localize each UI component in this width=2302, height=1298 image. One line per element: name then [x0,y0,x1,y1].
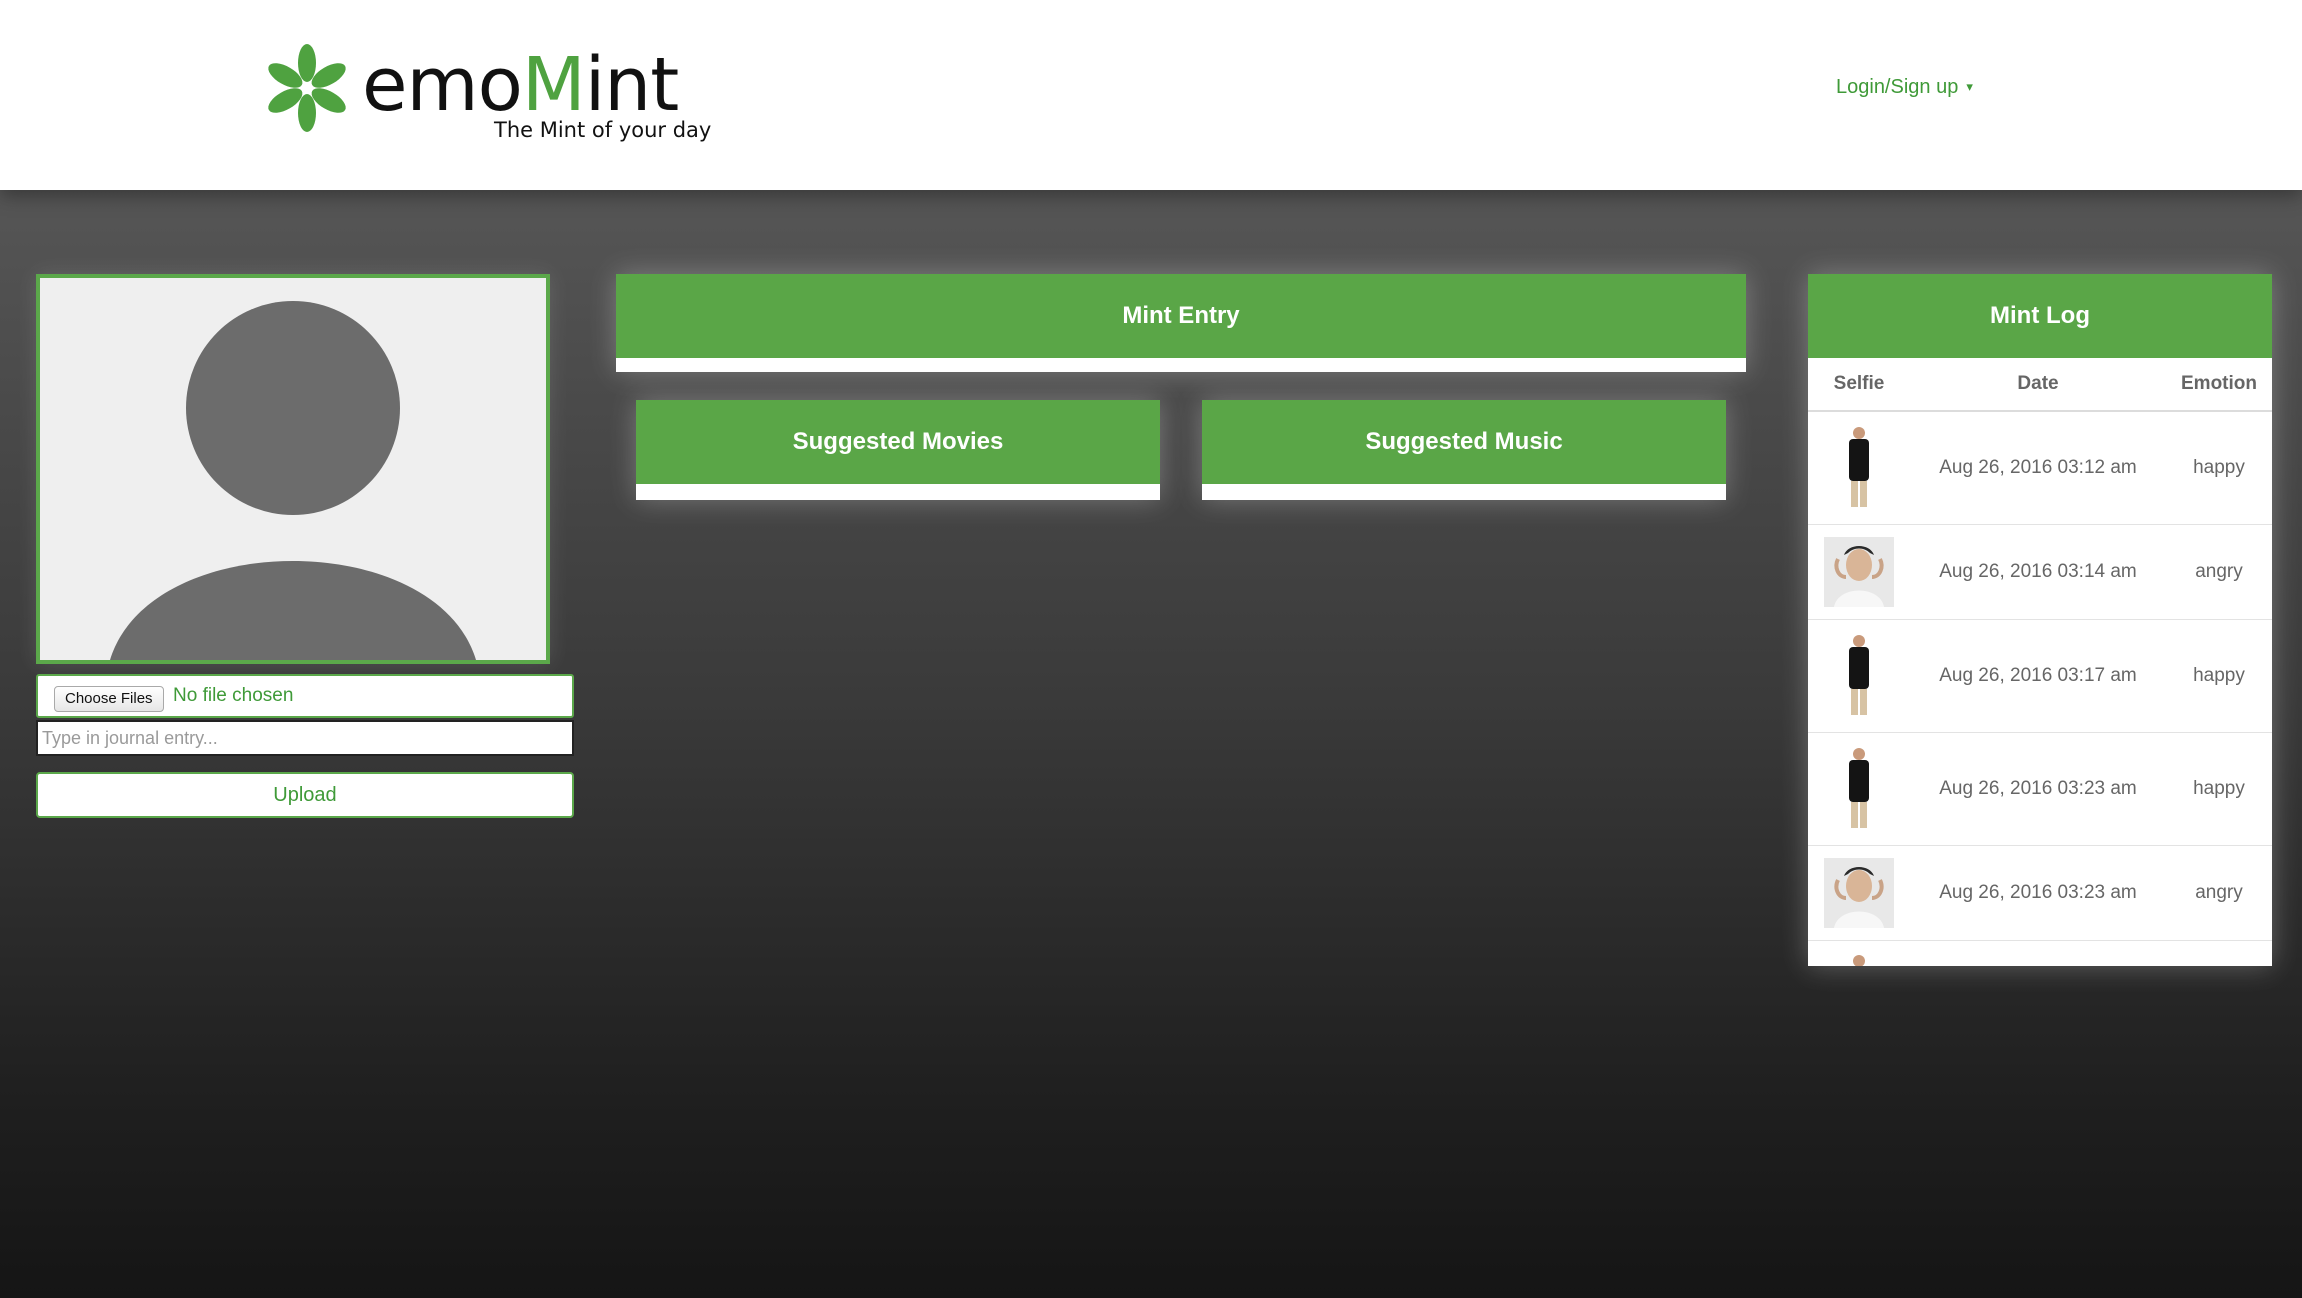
brand-accent-letter: M [521,42,586,128]
emotion-cell: angry [2166,845,2272,941]
table-row[interactable]: Aug 26, 2016 03:12 am happy [1808,411,2272,525]
brand-tagline: The Mint of your day [494,118,712,142]
table-row[interactable]: Aug 26, 2016 03:23 am happy [1808,732,2272,846]
date-cell: Aug 26, 2016 03:23 am [1910,845,2166,941]
column-header-emotion: Emotion [2166,358,2272,412]
standing-person-photo[interactable] [1824,632,1894,720]
login-label: Login/Sign up [1836,76,1959,98]
brand-prefix: emo [362,42,523,128]
date-cell: Aug 26, 2016 03:14 am [1910,524,2166,620]
mint-log-title: Mint Log [1808,274,2272,358]
mint-entry-panel: Mint Entry [616,274,1746,372]
asterisk-logo-icon [268,44,346,132]
date-cell: Aug 26, 2016 03:23 am [1910,732,2166,846]
selfie-cell [1808,411,1910,525]
choose-files-button[interactable]: Choose Files [54,686,164,712]
upload-button[interactable]: Upload [36,772,574,818]
table-row-partial[interactable] [1808,941,2272,967]
standing-person-photo[interactable] [1824,424,1894,512]
suggested-music-panel: Suggested Music [1202,400,1726,500]
mint-entry-title: Mint Entry [616,274,1746,358]
emotion-cell: happy [2166,411,2272,525]
table-row[interactable]: Aug 26, 2016 03:23 am angry [1808,845,2272,941]
file-picker[interactable]: Choose Files No file chosen [36,674,574,718]
login-signup-dropdown[interactable]: Login/Sign up ▾ [1836,76,1973,99]
selfie-cell [1808,941,1910,966]
column-header-date: Date [1910,358,2166,412]
date-cell: Aug 26, 2016 03:17 am [1910,619,2166,733]
date-cell: Aug 26, 2016 03:12 am [1910,411,2166,525]
face-portrait-photo[interactable] [1824,537,1894,607]
caret-down-icon: ▾ [1966,79,1973,94]
suggested-movies-panel: Suggested Movies [636,400,1160,500]
selfie-cell [1808,524,1910,620]
brand-suffix: int [584,42,679,128]
emotion-cell: happy [2166,732,2272,846]
face-portrait-photo[interactable] [1824,858,1894,928]
brand-logo[interactable]: emoMint The Mint of your day [262,40,722,150]
suggested-music-title: Suggested Music [1202,400,1726,484]
selfie-preview [36,274,550,664]
emotion-cell [2166,941,2272,967]
emotion-cell: angry [2166,524,2272,620]
emotion-cell: happy [2166,619,2272,733]
file-status-text: No file chosen [173,685,294,706]
table-row[interactable]: Aug 26, 2016 03:17 am happy [1808,619,2272,733]
selfie-cell [1808,845,1910,941]
user-silhouette-icon [110,301,476,660]
selfie-cell [1808,732,1910,846]
mint-log-panel[interactable]: Mint Log Selfie Date Emotion Aug 26, 201… [1808,274,2272,966]
site-header: emoMint The Mint of your day Login/Sign … [0,0,2302,190]
table-row[interactable]: Aug 26, 2016 03:14 am angry [1808,524,2272,620]
journal-entry-input[interactable] [36,720,574,756]
mint-log-table: Selfie Date Emotion Aug 26, 2016 03:12 a… [1808,358,2272,966]
brand-wordmark: emoMint [362,40,679,130]
suggested-movies-title: Suggested Movies [636,400,1160,484]
table-header-row: Selfie Date Emotion [1808,358,2272,412]
selfie-cell [1808,619,1910,733]
date-cell [1910,941,2166,967]
standing-person-photo[interactable] [1824,745,1894,833]
standing-person-photo[interactable] [1824,952,1894,966]
column-header-selfie: Selfie [1808,358,1910,412]
